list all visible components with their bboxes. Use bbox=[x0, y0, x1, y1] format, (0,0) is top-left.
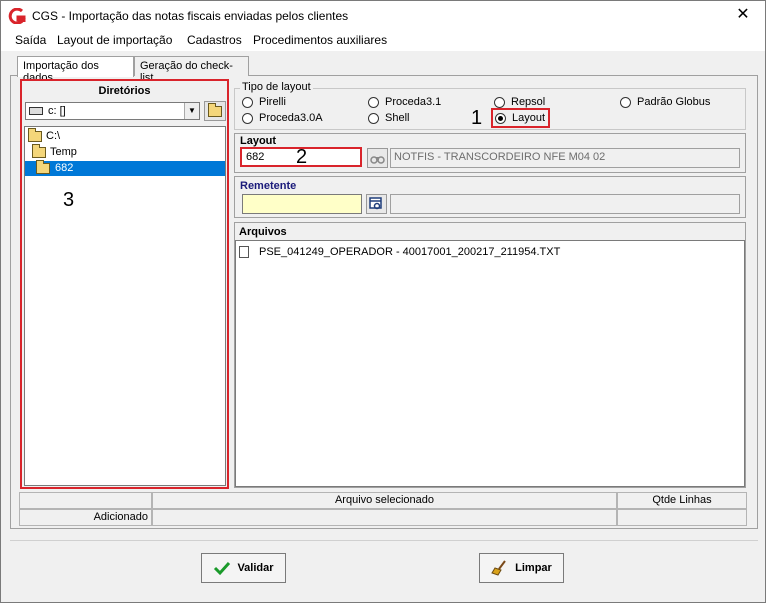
remetente-label: Remetente bbox=[240, 180, 297, 192]
cgs-logo-icon bbox=[8, 7, 26, 25]
radio-pirelli[interactable]: Pirelli bbox=[242, 96, 286, 108]
arquivos-label: Arquivos bbox=[239, 226, 287, 238]
status-row-added: Adicionado bbox=[19, 509, 152, 526]
radio-dot bbox=[368, 96, 379, 108]
radio-padrao-globus[interactable]: Padrão Globus bbox=[620, 96, 710, 108]
layout-description: NOTFIS - TRANSCORDEIRO NFE M04 02 bbox=[390, 148, 740, 168]
file-list-item[interactable]: PSE_041249_OPERADOR - 40017001_200217_21… bbox=[239, 245, 739, 260]
radio-dot bbox=[620, 96, 631, 108]
drive-label: c: [] bbox=[48, 105, 66, 117]
folder-open-icon bbox=[32, 144, 46, 158]
radio-dot bbox=[494, 96, 505, 108]
status-header-lines: Qtde Linhas bbox=[617, 492, 747, 509]
open-folder-icon bbox=[208, 103, 222, 117]
open-folder-button[interactable] bbox=[204, 101, 226, 121]
limpar-button[interactable]: Limpar bbox=[479, 553, 564, 583]
directories-title: Diretórios bbox=[98, 85, 151, 97]
tree-item-label: 682 bbox=[55, 162, 74, 174]
bottom-bar bbox=[10, 540, 758, 596]
folder-open-icon bbox=[36, 160, 50, 174]
status-grid: Arquivo selecionado Qtde Linhas Adiciona… bbox=[19, 492, 747, 527]
remetente-code-input[interactable] bbox=[242, 194, 362, 214]
radio-proceda30a[interactable]: Proceda3.0A bbox=[242, 112, 323, 124]
file-icon bbox=[239, 246, 249, 258]
radio-label: Repsol bbox=[511, 96, 546, 108]
annotation-2: 2 bbox=[296, 146, 308, 168]
layout-type-legend: Tipo de layout bbox=[240, 81, 313, 93]
radio-dot bbox=[242, 112, 253, 124]
folder-open-icon bbox=[28, 128, 42, 142]
file-name: PSE_041249_OPERADOR - 40017001_200217_21… bbox=[259, 246, 561, 258]
radio-label: Pirelli bbox=[259, 96, 286, 108]
tree-item-682[interactable]: 682 bbox=[25, 160, 225, 176]
tab-geracao-checklist[interactable]: Geração do check-list bbox=[134, 56, 249, 84]
window-title: CGS - Importação das notas fiscais envia… bbox=[32, 9, 349, 23]
radio-dot bbox=[368, 112, 379, 124]
binoculars-icon bbox=[370, 156, 385, 164]
tree-item-label: Temp bbox=[50, 146, 77, 158]
tree-item-temp[interactable]: Temp bbox=[25, 144, 225, 160]
remetente-description bbox=[390, 194, 740, 214]
search-layout-button[interactable] bbox=[367, 148, 388, 168]
broom-icon bbox=[491, 560, 506, 576]
radio-label: Shell bbox=[385, 112, 410, 124]
chevron-down-icon[interactable]: ▼ bbox=[184, 103, 199, 119]
tab-importacao-dados[interactable]: Importação dos dados bbox=[17, 56, 134, 84]
validar-button[interactable]: Validar bbox=[201, 553, 286, 583]
drive-select[interactable]: c: [] ▼ bbox=[25, 102, 200, 120]
status-lines-value bbox=[617, 509, 747, 526]
status-header-selected: Arquivo selecionado bbox=[152, 492, 617, 509]
layout-label: Layout bbox=[240, 135, 277, 147]
directories-panel: Diretórios c: [] ▼ C:\ Temp 682 3 bbox=[20, 79, 229, 489]
status-selected-value bbox=[152, 509, 617, 526]
close-icon[interactable]: ✕ bbox=[734, 6, 752, 24]
radio-label: Proceda3.1 bbox=[385, 96, 442, 108]
radio-label: Proceda3.0A bbox=[259, 112, 323, 124]
radio-label: Layout bbox=[512, 112, 546, 124]
radio-proceda31[interactable]: Proceda3.1 bbox=[368, 96, 441, 108]
validar-label: Validar bbox=[237, 562, 274, 574]
radio-layout[interactable]: Layout bbox=[495, 112, 545, 124]
radio-repsol[interactable]: Repsol bbox=[494, 96, 545, 108]
menu-item-layout-importacao[interactable]: Layout de importação bbox=[57, 33, 172, 47]
radio-dot bbox=[242, 96, 253, 108]
limpar-label: Limpar bbox=[515, 562, 552, 574]
tree-item-c[interactable]: C:\ bbox=[25, 128, 225, 144]
drive-icon bbox=[29, 107, 43, 115]
status-cell-empty bbox=[19, 492, 152, 509]
files-list[interactable]: PSE_041249_OPERADOR - 40017001_200217_21… bbox=[235, 240, 745, 487]
radio-label: Padrão Globus bbox=[637, 96, 711, 108]
checkmark-icon bbox=[214, 561, 231, 576]
radio-dot-checked bbox=[495, 112, 506, 124]
annotation-3: 3 bbox=[63, 189, 75, 211]
menu-item-cadastros[interactable]: Cadastros bbox=[187, 33, 242, 47]
radio-shell[interactable]: Shell bbox=[368, 112, 409, 124]
lookup-icon bbox=[369, 197, 382, 210]
menu-item-saida[interactable]: Saída bbox=[15, 33, 46, 47]
annotation-1: 1 bbox=[471, 107, 483, 129]
tree-item-label: C:\ bbox=[46, 130, 61, 142]
search-remetente-button[interactable] bbox=[366, 194, 387, 214]
menu-item-procedimentos[interactable]: Procedimentos auxiliares bbox=[253, 33, 387, 47]
directory-tree[interactable]: C:\ Temp 682 3 bbox=[24, 126, 226, 486]
